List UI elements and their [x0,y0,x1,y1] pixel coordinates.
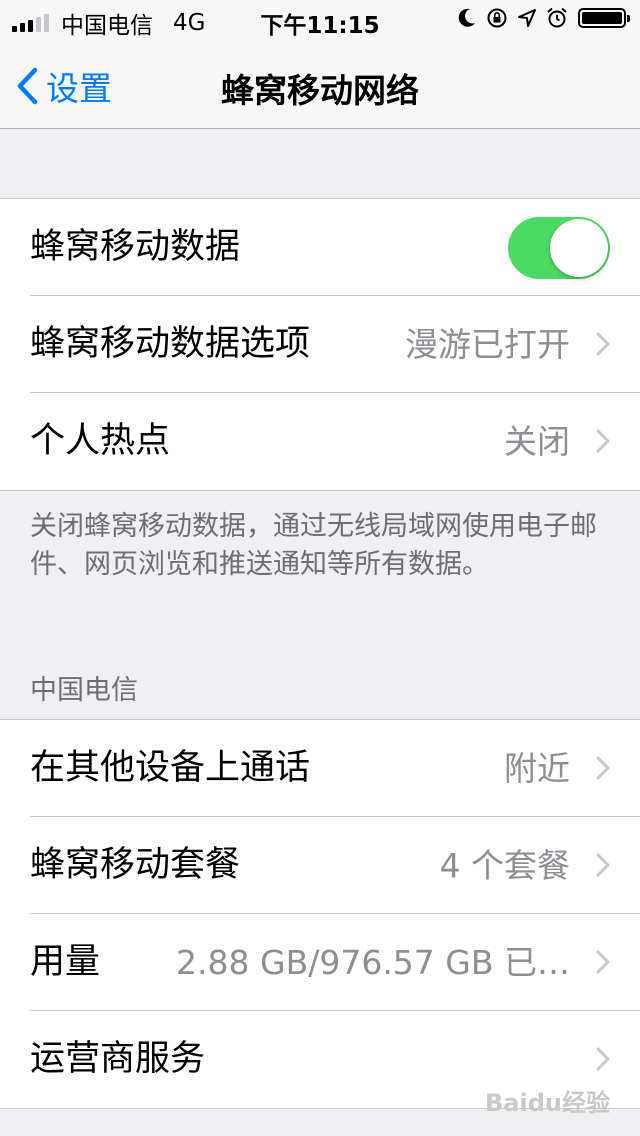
carrier-section-header: 中国电信 [30,675,138,706]
row-label: 运营商服务 [30,1039,206,1079]
row-value: 附近 [504,749,570,788]
chevron-right-icon [596,950,610,974]
cellular-plans-row[interactable]: 蜂窝移动套餐 4 个套餐 [0,817,640,914]
moon-icon [458,8,475,27]
battery-icon [578,8,630,28]
location-icon [518,9,536,27]
chevron-right-icon [596,1047,610,1071]
row-value: 2.88 GB/976.57 GB 已… [176,943,570,982]
row-label: 用量 [30,942,101,982]
calls-on-other-devices-row[interactable]: 在其他设备上通话 附近 [0,720,640,817]
orientation-lock-icon [487,8,507,28]
cellular-data-options-row[interactable]: 蜂窝移动数据选项 漫游已打开 [0,296,640,393]
cellular-data-toggle[interactable] [508,217,610,279]
watermark: Baidu经验 [485,1089,610,1117]
cellular-data-row: 蜂窝移动数据 [0,199,640,296]
chevron-right-icon [596,853,610,877]
usage-row[interactable]: 用量 2.88 GB/976.57 GB 已… [0,914,640,1011]
cellular-settings-group: 蜂窝移动数据 蜂窝移动数据选项 漫游已打开 个人热点 关闭 [0,198,640,491]
chevron-right-icon [596,429,610,453]
page-title: 蜂窝移动网络 [221,71,419,110]
row-label: 蜂窝移动套餐 [30,845,241,885]
row-value: 漫游已打开 [405,325,570,364]
row-label: 蜂窝移动数据选项 [30,324,311,364]
row-label: 蜂窝移动数据 [30,227,241,267]
status-bar: 中国电信 4G 下午11:15 [0,0,640,40]
chevron-right-icon [596,756,610,780]
alarm-icon [547,7,567,28]
row-value: 4 个套餐 [439,846,571,885]
carrier-settings-group: 在其他设备上通话 附近 蜂窝移动套餐 4 个套餐 用量 2.88 GB/976.… [0,719,640,1109]
status-right [458,7,630,29]
row-label: 个人热点 [30,421,171,461]
chevron-right-icon [596,332,610,356]
cellular-footer-note: 关闭蜂窝移动数据，通过无线局域网使用电子邮件、网页浏览和推送通知等所有数据。 [30,511,597,580]
row-label: 在其他设备上通话 [30,748,311,788]
personal-hotspot-row[interactable]: 个人热点 关闭 [0,393,640,490]
row-value: 关闭 [504,422,570,461]
navigation-bar: 设置 蜂窝移动网络 [0,40,640,129]
